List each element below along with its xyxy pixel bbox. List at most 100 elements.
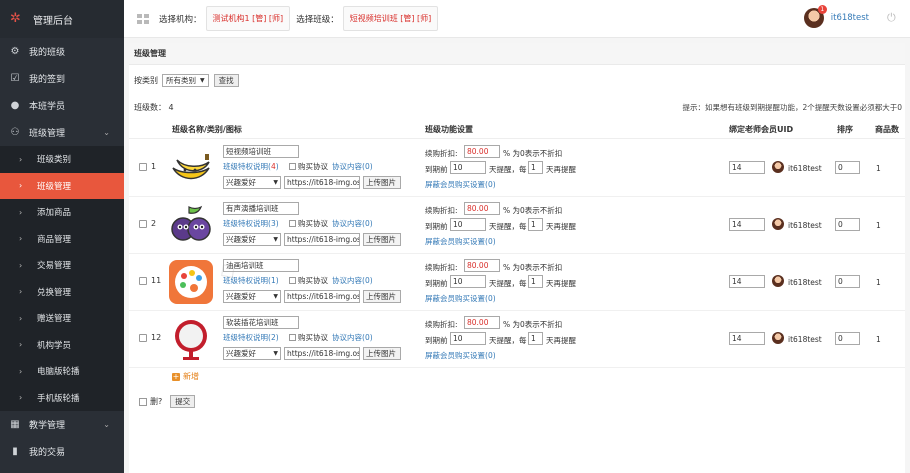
upload-image-button[interactable]: 上传图片 — [363, 290, 401, 303]
perm-link[interactable]: 班级特权说明(3) — [223, 218, 279, 229]
username[interactable]: it618test — [831, 13, 869, 23]
power-icon[interactable]: ⏻ — [887, 12, 899, 24]
discount-input[interactable]: 80.00 — [464, 259, 500, 272]
block-buy-link[interactable]: 屏蔽会员购买设置(0) — [425, 350, 496, 361]
sidebar-subitem-9[interactable]: › 兑换管理 — [0, 278, 124, 305]
remind-days-input[interactable]: 10 — [450, 275, 486, 288]
category-select[interactable]: 所有类别 ▼ — [162, 74, 209, 87]
user-menu[interactable]: 1 it618test — [803, 5, 869, 28]
class-name-input[interactable]: 短视频培训班 — [223, 145, 299, 158]
image-url-input[interactable]: https://it618-img.oss — [284, 233, 360, 246]
submit-button[interactable]: 提交 — [170, 395, 196, 408]
perm-link[interactable]: 班级特权说明(2) — [223, 332, 279, 343]
brand-title: 管理后台 — [33, 15, 73, 27]
image-url-input[interactable]: https://it618-img.oss — [284, 176, 360, 189]
class-count: 班级数： 4 — [134, 103, 174, 112]
buy-protocol-label: 购买协议 — [298, 333, 328, 342]
discount-label: 续购折扣: — [425, 263, 458, 272]
category-dropdown[interactable]: 兴趣爱好 ▼ — [223, 176, 281, 189]
teacher-uid-input[interactable]: 14 — [729, 161, 765, 174]
upload-image-button[interactable]: 上传图片 — [363, 347, 401, 360]
teacher-uid-input[interactable]: 14 — [729, 332, 765, 345]
buy-protocol[interactable]: 购买协议 — [289, 161, 328, 172]
perm-link[interactable]: 班级特权说明(4) — [223, 161, 279, 172]
sidebar-subitem-10[interactable]: › 赠送管理 — [0, 305, 124, 332]
protocol-content-link[interactable]: 协议内容(0) — [332, 218, 373, 229]
avatar[interactable]: 1 — [803, 5, 827, 28]
teacher-name: it618test — [788, 221, 822, 230]
row-checkbox[interactable] — [139, 163, 147, 171]
category-dropdown[interactable]: 兴趣爱好 ▼ — [223, 233, 281, 246]
sidebar-subitem-13[interactable]: › 手机版轮播 — [0, 384, 124, 411]
org-selector[interactable]: 测试机构1 [管] [师] — [205, 6, 291, 31]
buy-protocol[interactable]: 购买协议 — [289, 275, 328, 286]
image-url-input[interactable]: https://it618-img.oss — [284, 347, 360, 360]
protocol-content-link[interactable]: 协议内容(0) — [332, 275, 373, 286]
row-checkbox[interactable] — [139, 334, 147, 342]
teacher-uid-input[interactable]: 14 — [729, 218, 765, 231]
remind-every-input[interactable]: 1 — [528, 332, 543, 345]
sidebar-subitem-11[interactable]: › 机构学员 — [0, 331, 124, 358]
sidebar-item-2[interactable]: ● 本班学员 — [0, 92, 124, 119]
discount-input[interactable]: 80.00 — [464, 145, 500, 158]
notification-badge[interactable]: 1 — [817, 5, 827, 14]
category-value: 兴趣爱好 — [226, 349, 256, 358]
buy-protocol[interactable]: 购买协议 — [289, 218, 328, 229]
teacher-uid-input[interactable]: 14 — [729, 275, 765, 288]
sort-input[interactable]: 0 — [835, 275, 860, 288]
remind-days-input[interactable]: 10 — [450, 332, 486, 345]
sidebar-item-3[interactable]: ⚇ 班级管理 ⌄ — [0, 119, 124, 146]
buy-protocol-checkbox[interactable] — [289, 277, 296, 284]
class-name-input[interactable]: 软装插花培训班 — [223, 316, 299, 329]
menu-toggle-icon[interactable] — [137, 13, 149, 24]
sidebar-subitem-12[interactable]: › 电脑版轮播 — [0, 358, 124, 385]
discount-suffix: % 为0表示不折扣 — [503, 263, 563, 272]
sidebar-subitem-4[interactable]: › 班级类别 — [0, 146, 124, 173]
buy-protocol[interactable]: 购买协议 — [289, 332, 328, 343]
add-row-link[interactable]: + 新增 — [172, 371, 199, 382]
buy-protocol-checkbox[interactable] — [289, 220, 296, 227]
sidebar-subitem-8[interactable]: › 交易管理 — [0, 252, 124, 279]
block-buy-link[interactable]: 屏蔽会员购买设置(0) — [425, 293, 496, 304]
protocol-content-link[interactable]: 协议内容(0) — [332, 161, 373, 172]
sort-input[interactable]: 0 — [835, 161, 860, 174]
block-buy-link[interactable]: 屏蔽会员购买设置(0) — [425, 236, 496, 247]
remind-every-input[interactable]: 1 — [528, 218, 543, 231]
brand[interactable]: ✲ 管理后台 — [0, 0, 124, 38]
sidebar-item-1[interactable]: ☑ 我的签到 — [0, 65, 124, 92]
goods-count: 1 — [876, 335, 881, 344]
remind-every-input[interactable]: 1 — [528, 275, 543, 288]
sidebar-subitem-7[interactable]: › 商品管理 — [0, 225, 124, 252]
protocol-content-link[interactable]: 协议内容(0) — [332, 332, 373, 343]
category-dropdown[interactable]: 兴趣爱好 ▼ — [223, 347, 281, 360]
discount-input[interactable]: 80.00 — [464, 202, 500, 215]
class-name-input[interactable]: 油画培训班 — [223, 259, 299, 272]
perm-link[interactable]: 班级特权说明(1) — [223, 275, 279, 286]
class-selector[interactable]: 短视频培训班 [管] [师] — [342, 6, 439, 31]
image-url-input[interactable]: https://it618-img.oss — [284, 290, 360, 303]
sidebar-subitem-6[interactable]: › 添加商品 — [0, 199, 124, 226]
delete-checkbox[interactable] — [139, 397, 147, 406]
block-buy-label: 屏蔽会员购买设置 — [425, 351, 485, 360]
sidebar-subitem-5[interactable]: › 班级管理 — [0, 172, 124, 199]
remind-days-input[interactable]: 10 — [450, 161, 486, 174]
upload-image-button[interactable]: 上传图片 — [363, 176, 401, 189]
block-buy-link[interactable]: 屏蔽会员购买设置(0) — [425, 179, 496, 190]
header-func: 班级功能设置 — [425, 125, 473, 134]
sidebar-item-0[interactable]: ⚙ 我的班级 — [0, 38, 124, 65]
remind-days-input[interactable]: 10 — [450, 218, 486, 231]
sort-input[interactable]: 0 — [835, 332, 860, 345]
sidebar-item-15[interactable]: ▮ 我的交易 — [0, 438, 124, 465]
category-dropdown[interactable]: 兴趣爱好 ▼ — [223, 290, 281, 303]
buy-protocol-checkbox[interactable] — [289, 163, 296, 170]
discount-input[interactable]: 80.00 — [464, 316, 500, 329]
upload-image-button[interactable]: 上传图片 — [363, 233, 401, 246]
search-button[interactable]: 查找 — [213, 74, 239, 87]
sidebar-item-14[interactable]: ▦ 教学管理 ⌄ — [0, 411, 124, 438]
remind-every-input[interactable]: 1 — [528, 161, 543, 174]
row-checkbox[interactable] — [139, 220, 147, 228]
sort-input[interactable]: 0 — [835, 218, 860, 231]
buy-protocol-checkbox[interactable] — [289, 334, 296, 341]
class-name-input[interactable]: 有声演播培训班 — [223, 202, 299, 215]
row-checkbox[interactable] — [139, 277, 147, 285]
